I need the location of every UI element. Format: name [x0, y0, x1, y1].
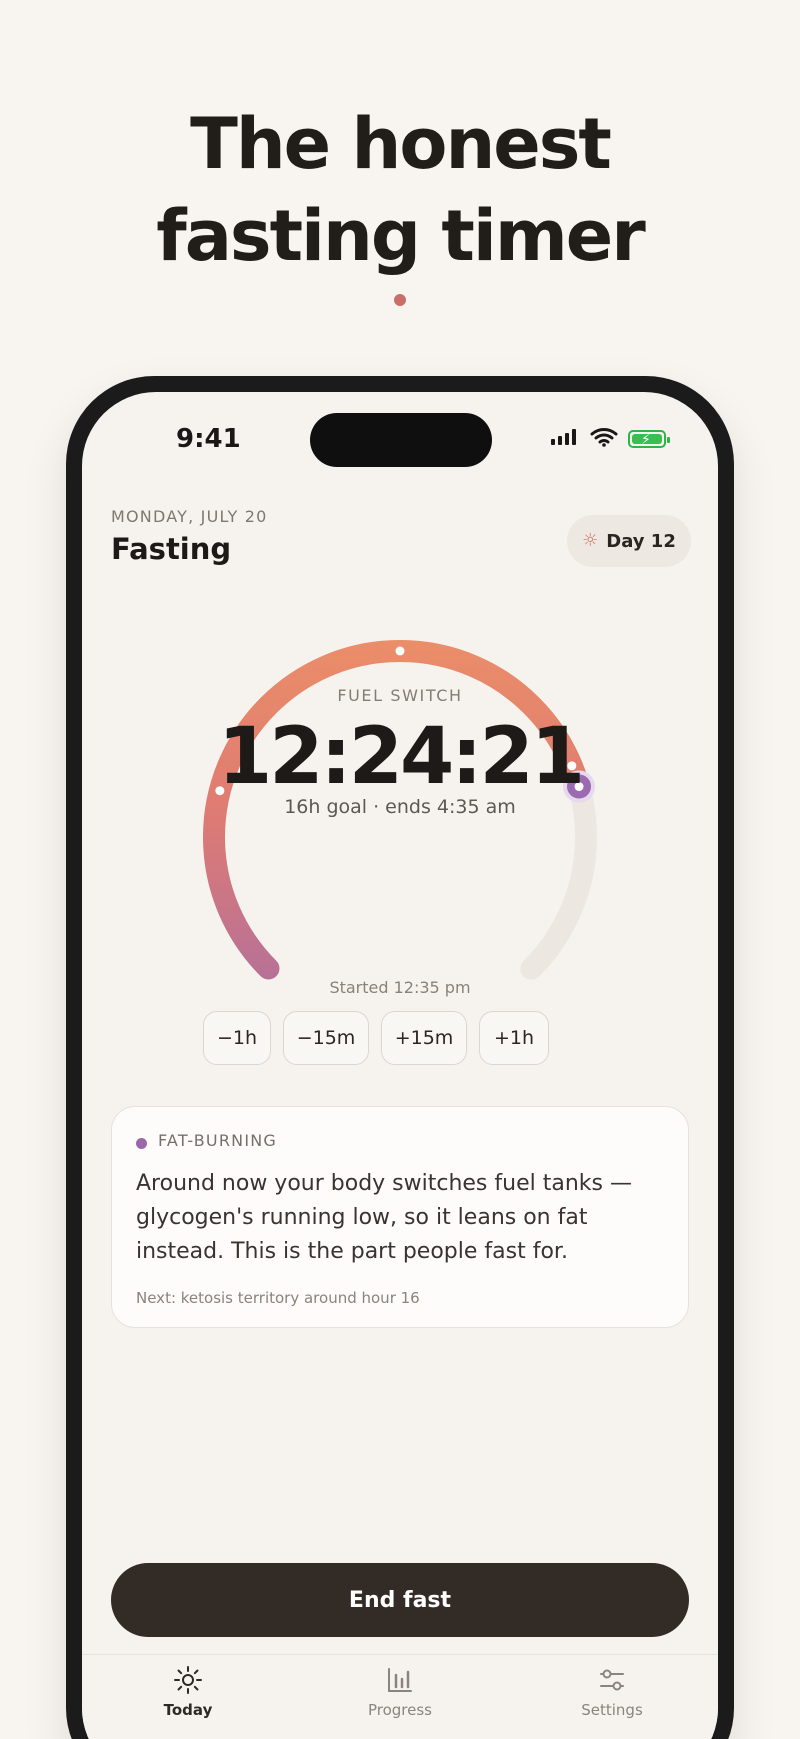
tab-today[interactable]: Today: [128, 1665, 248, 1739]
tab-settings[interactable]: Settings: [552, 1665, 672, 1739]
tab-today-label: Today: [163, 1701, 213, 1719]
day-streak-label: Day 12: [606, 530, 676, 552]
phase-info-card: FAT-BURNING Around now your body switche…: [111, 1106, 689, 1328]
day-streak-badge[interactable]: ☼ Day 12: [567, 515, 691, 567]
page-title: Fasting: [111, 532, 232, 566]
elapsed-time: 12:24:21: [217, 712, 585, 802]
status-time: 9:41: [176, 424, 241, 454]
bar-chart-icon: [388, 1668, 412, 1692]
status-bar: 9:41 ⚡: [82, 392, 718, 472]
headline-line-2: fasting timer: [156, 195, 646, 277]
tab-progress-label: Progress: [367, 1701, 432, 1719]
started-time-label: Started 12:35 pm: [329, 978, 471, 997]
adjust-start-controls: −1h −15m +15m +1h: [203, 1011, 549, 1065]
promo-headline: The honest fasting timer: [0, 98, 800, 282]
end-fast-button[interactable]: End fast: [111, 1563, 689, 1637]
app-store-screenshot: The honest fasting timer 9:41 ⚡ MONDAY, …: [0, 0, 800, 1739]
battery-icon: ⚡: [628, 430, 670, 448]
minus-one-hour-button[interactable]: −1h: [203, 1011, 271, 1065]
status-icons: ⚡: [550, 427, 670, 451]
dynamic-island: [310, 413, 492, 467]
tab-progress[interactable]: Progress: [340, 1665, 460, 1739]
phase-card-label: FAT-BURNING: [158, 1131, 278, 1150]
sliders-icon: [600, 1669, 624, 1691]
plus-fifteen-minutes-button[interactable]: +15m: [381, 1011, 467, 1065]
date-label: MONDAY, JULY 20: [111, 507, 268, 526]
wifi-icon: [590, 427, 618, 451]
bottom-tab-bar: Today Progress Settings: [82, 1654, 718, 1739]
milestone-marker: [395, 646, 405, 656]
headline-accent-dot: [394, 294, 406, 306]
sun-icon: ☼: [582, 530, 599, 551]
sun-icon: [174, 1666, 202, 1694]
phase-card-body: Around now your body switches fuel tanks…: [136, 1171, 632, 1264]
signal-icon: [550, 428, 580, 450]
goal-subtitle: 16h goal · ends 4:35 am: [284, 796, 516, 818]
tab-settings-label: Settings: [581, 1701, 643, 1719]
phase-dot: [136, 1138, 147, 1149]
headline-line-1: The honest: [190, 103, 612, 185]
plus-one-hour-button[interactable]: +1h: [479, 1011, 549, 1065]
next-phase-text: Next: ketosis territory around hour 16: [136, 1289, 420, 1307]
minus-fifteen-minutes-button[interactable]: −15m: [283, 1011, 369, 1065]
phase-label: FUEL SWITCH: [337, 686, 463, 705]
phone-screen: 9:41 ⚡ MONDAY, JULY 20 Fasting ☼ Day 12 …: [82, 392, 718, 1739]
